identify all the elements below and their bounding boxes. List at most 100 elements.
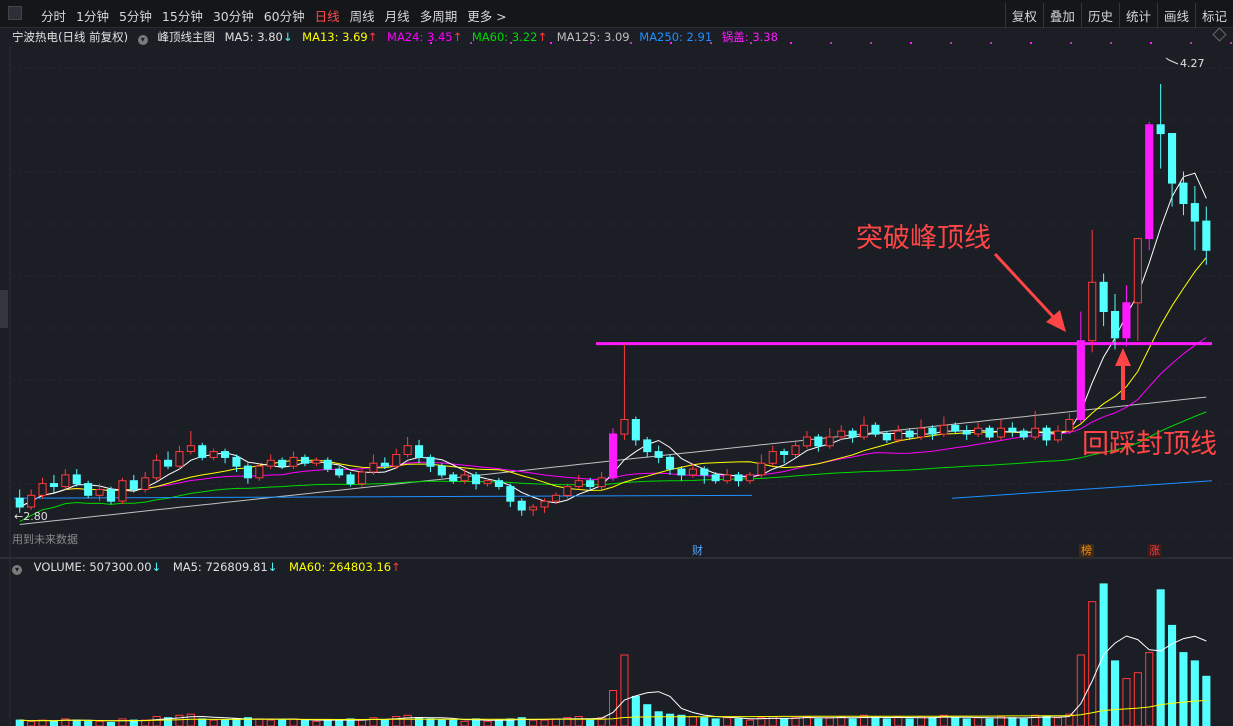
candle-body [312,459,321,464]
top-marker-dot [550,42,552,44]
volume-bar [27,720,36,726]
candle-body [745,474,755,482]
volume-arrow-icon: ↓ [151,560,162,574]
breakout-arrow-line [993,252,1060,324]
volume-settings-icon[interactable]: ▾ [12,565,22,575]
candle-body [209,451,218,458]
volume-bar [574,716,583,726]
volume-value: VOLUME: 507300.00↓ [34,560,162,574]
volume-bar [278,719,287,726]
volume-bar [449,719,458,726]
badge-bang[interactable]: 榜 [1079,544,1094,558]
badge-cai[interactable]: 财 [690,544,705,558]
candle-body [323,459,332,470]
high-price-pointer [1165,57,1179,65]
candle-body [939,424,948,435]
candle-body [346,474,355,485]
candle-body [551,494,561,502]
candle-body [1156,124,1165,135]
volume-bar [403,714,412,726]
candle-body [985,427,994,438]
volume-bar [529,719,538,726]
candle-body [335,468,344,476]
candle-body [848,430,857,438]
volume-bar [209,719,218,726]
volume-ma5-value: MA5: 726809.81↓ [173,560,277,574]
candle-body [597,477,606,488]
volume-bar [780,718,789,726]
top-marker-dot [1150,42,1152,44]
volume-bar [700,717,709,726]
candle-body [198,445,207,458]
candle-body [1019,430,1028,438]
candle-body [49,483,59,488]
volume-bar [198,718,207,726]
top-marker-dot [510,42,512,44]
candle-body [574,480,583,488]
top-marker-dot [910,42,912,44]
candle-body [1111,311,1120,339]
top-marker-dot [1230,42,1232,44]
top-marker-dot [710,42,712,44]
candle-body [586,480,595,488]
volume-bar [312,720,321,726]
volume-bar [72,719,81,726]
candle-body [768,451,777,464]
volume-bar [631,695,640,726]
top-marker-dot [1190,42,1192,44]
candle-body [289,456,298,467]
volume-bar [335,719,344,726]
candle-body [860,424,869,438]
volume-bar [1111,660,1120,726]
candle-body [791,445,800,456]
volume-bar [745,719,755,726]
candle-body [1168,133,1177,184]
volume-bar [118,718,127,726]
volume-bar [1202,675,1211,726]
candle-body [643,439,652,453]
volume-bar [734,718,743,726]
candle-body [61,474,70,488]
future-data-note: 用到未来数据 [12,533,78,546]
kline-chart[interactable] [0,0,1233,726]
candle-body [951,424,960,432]
volume-ma60-text: MA60: 264803.16 [288,560,392,574]
candle-body [688,468,697,476]
top-marker-dot [950,42,952,44]
volume-bar [84,720,93,726]
left-scroll-handle[interactable] [0,290,8,328]
candle-body [1133,238,1142,304]
candle-body [38,483,47,496]
volume-bar [15,719,24,726]
candle-body [825,436,834,447]
volume-bar [905,718,914,726]
volume-bar [723,717,732,726]
diamond-icon[interactable] [1212,27,1227,42]
candle-body [164,459,173,467]
volume-bar [483,720,492,726]
volume-bar [951,717,960,726]
volume-bar [49,720,59,726]
volume-bar [1168,624,1177,726]
top-marker-dot [670,42,672,44]
candle-body [563,486,572,496]
candle-body [631,419,640,441]
candle-body [917,427,926,438]
candle-body [882,433,891,441]
candle-body [1031,427,1040,438]
candle-body [734,474,743,482]
volume-bar [540,719,549,726]
candle-body [609,433,618,479]
volume-bar [985,718,994,726]
candle-body [620,419,629,435]
candle-body [700,468,709,476]
volume-bar [1122,678,1131,726]
badge-zhang[interactable]: 涨 [1147,544,1162,558]
volume-bar [609,690,618,726]
candle-body [72,474,81,485]
candle-body [415,445,424,458]
pullback-arrow-head-icon [1115,348,1131,366]
candle-body [928,427,937,435]
volume-bar [1133,672,1142,726]
top-marker-dot [790,42,792,44]
